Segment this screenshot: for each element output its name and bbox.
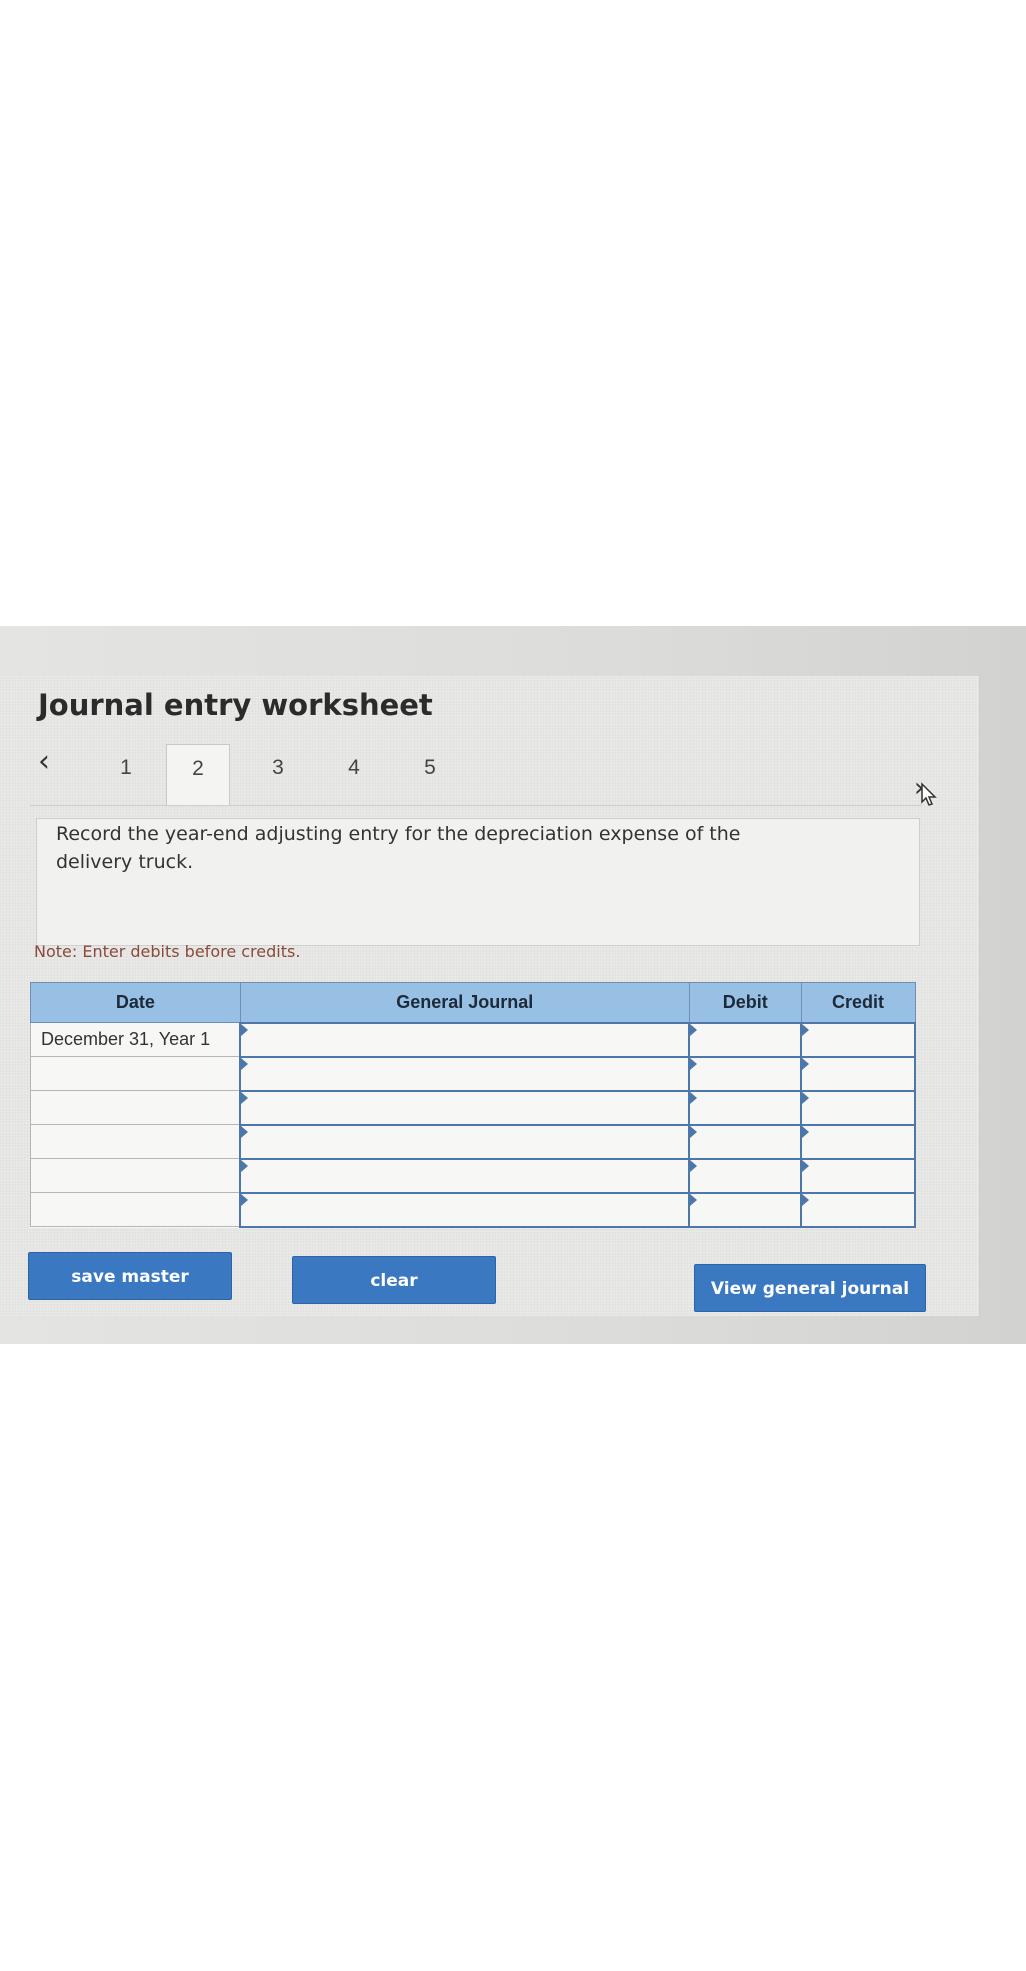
table-row: December 31, Year 1 [30,1021,916,1058]
account-input[interactable] [239,1191,691,1228]
clear-button[interactable]: clear [292,1256,496,1304]
debit-input[interactable] [688,1021,803,1058]
tab-divider [30,805,922,806]
table-row [30,1055,916,1092]
date-cell [30,1192,241,1227]
account-input[interactable] [239,1123,691,1160]
table-row [30,1157,916,1194]
date-cell [30,1158,241,1193]
debit-input[interactable] [688,1055,803,1092]
credit-input[interactable] [800,1123,916,1160]
tab-3[interactable]: 3 [246,744,310,804]
debit-input[interactable] [688,1123,803,1160]
header-date: Date [30,982,241,1023]
view-general-journal-button[interactable]: View general journal [694,1264,926,1312]
chevron-left-icon[interactable]: ‹ [38,742,68,782]
note-text: Note: Enter debits before credits. [34,942,301,961]
tab-1[interactable]: 1 [94,744,158,804]
credit-input[interactable] [800,1157,916,1194]
header-general-journal: General Journal [239,982,690,1023]
credit-input[interactable] [800,1021,916,1058]
account-input[interactable] [239,1021,691,1058]
header-debit: Debit [688,982,802,1023]
account-input[interactable] [239,1089,691,1126]
debit-input[interactable] [688,1157,803,1194]
page-title: Journal entry worksheet [38,688,433,722]
account-input[interactable] [239,1055,691,1092]
instruction-text: Record the year-end adjusting entry for … [56,823,741,873]
tab-5[interactable]: 5 [398,744,462,804]
debit-input[interactable] [688,1089,803,1126]
credit-input[interactable] [800,1055,916,1092]
journal-table: Date General Journal Debit Credit Decemb… [30,982,916,1228]
debit-input[interactable] [688,1191,803,1228]
account-input[interactable] [239,1157,691,1194]
date-cell [30,1090,241,1125]
save-master-button[interactable]: save master [28,1252,232,1300]
header-credit: Credit [800,982,916,1023]
tab-2[interactable]: 2 [166,744,230,806]
date-cell: December 31, Year 1 [30,1022,241,1057]
date-cell [30,1056,241,1091]
date-cell [30,1124,241,1159]
credit-input[interactable] [800,1089,916,1126]
table-header-row: Date General Journal Debit Credit [30,982,916,1023]
mouse-cursor-icon [921,782,937,806]
tab-4[interactable]: 4 [322,744,386,804]
table-row [30,1089,916,1126]
credit-input[interactable] [800,1191,916,1228]
table-row [30,1123,916,1160]
table-row [30,1191,916,1228]
